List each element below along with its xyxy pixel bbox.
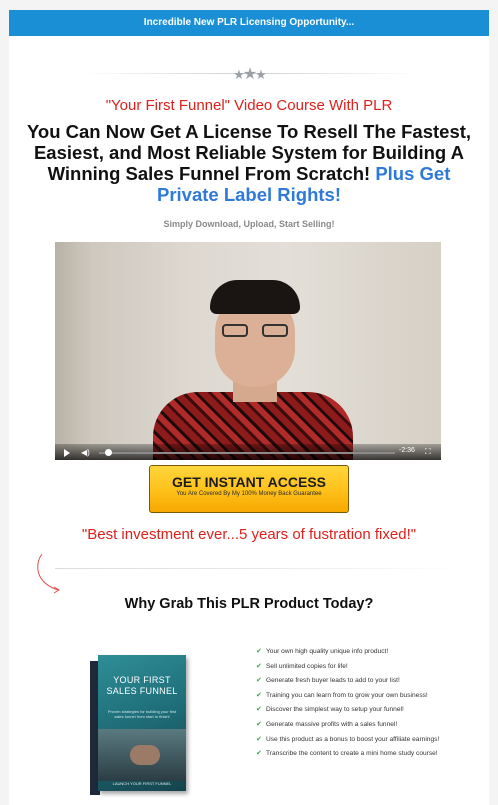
list-item: ✔ Training you can learn from to grow you… <box>256 691 428 699</box>
benefits-list: ✔ Your own high quality unique info produ… <box>256 648 486 765</box>
presenter-hair <box>210 280 300 314</box>
course-title: "Your First Funnel" Video Course With PL… <box>105 97 393 114</box>
product-box-image: YOUR FIRST SALES FUNNEL Proven strategie… <box>90 655 188 795</box>
check-icon: ✔ <box>256 706 262 714</box>
check-icon: ✔ <box>256 750 262 758</box>
subheadline: Simply Download, Upload, Start Selling! <box>163 219 335 229</box>
check-icon: ✔ <box>256 648 262 655</box>
play-icon[interactable] <box>64 449 70 457</box>
list-item: ✔ Sell unlimited copies for life! <box>256 662 348 670</box>
list-item: ✔ Discover the simplest way to setup your… <box>256 706 404 714</box>
video-player[interactable]: ◀) -2:36 ⛶ <box>55 242 441 460</box>
why-section-title: Why Grab This PLR Product Today? <box>124 596 374 612</box>
video-progress-track[interactable] <box>99 452 395 454</box>
list-item: ✔ Generate fresh buyer leads to add to yo… <box>256 677 400 685</box>
video-progress-knob[interactable] <box>104 449 112 456</box>
get-instant-access-button[interactable]: GET INSTANT ACCESS You Are Covered By My… <box>149 465 349 513</box>
testimonial-quote: "Best investment ever...5 years of fustr… <box>81 526 417 543</box>
video-time: -2:36 <box>399 447 415 454</box>
list-item: ✔ Your own high quality unique info produ… <box>256 648 389 655</box>
presenter-glasses <box>222 324 288 338</box>
video-controls: ◀) -2:36 ⛶ <box>55 444 441 460</box>
check-icon: ✔ <box>256 720 262 728</box>
stars-icon: ★★★ <box>233 66 267 83</box>
list-item: ✔ Transcribe the content to create a mini… <box>256 750 438 758</box>
box-title: YOUR FIRST SALES FUNNEL <box>106 675 178 696</box>
fullscreen-icon[interactable]: ⛶ <box>425 447 431 457</box>
list-item: ✔ Use this product as a bonus to boost yo… <box>256 735 440 743</box>
box-photo-hand <box>130 745 160 765</box>
curved-arrow-icon <box>37 553 60 594</box>
box-description: Proven strategies for building your firs… <box>107 709 177 719</box>
top-banner: Incredible New PLR Licensing Opportunity… <box>9 10 489 36</box>
list-item: ✔ Generate massive profits with a sales f… <box>256 720 398 728</box>
video-door-frame <box>55 242 93 460</box>
section-divider <box>55 568 463 569</box>
check-icon: ✔ <box>256 691 262 699</box>
check-icon: ✔ <box>256 662 262 670</box>
box-author: LAUNCH YOUR FIRST FUNNEL <box>112 781 172 786</box>
volume-icon[interactable]: ◀) <box>81 448 90 457</box>
cta-guarantee: You Are Covered By My 100% Money Back Gu… <box>176 491 322 497</box>
check-icon: ✔ <box>256 735 262 743</box>
check-icon: ✔ <box>256 677 262 685</box>
cta-label: GET INSTANT ACCESS <box>171 474 326 490</box>
main-headline: You Can Now Get A License To Resell The … <box>20 121 478 205</box>
